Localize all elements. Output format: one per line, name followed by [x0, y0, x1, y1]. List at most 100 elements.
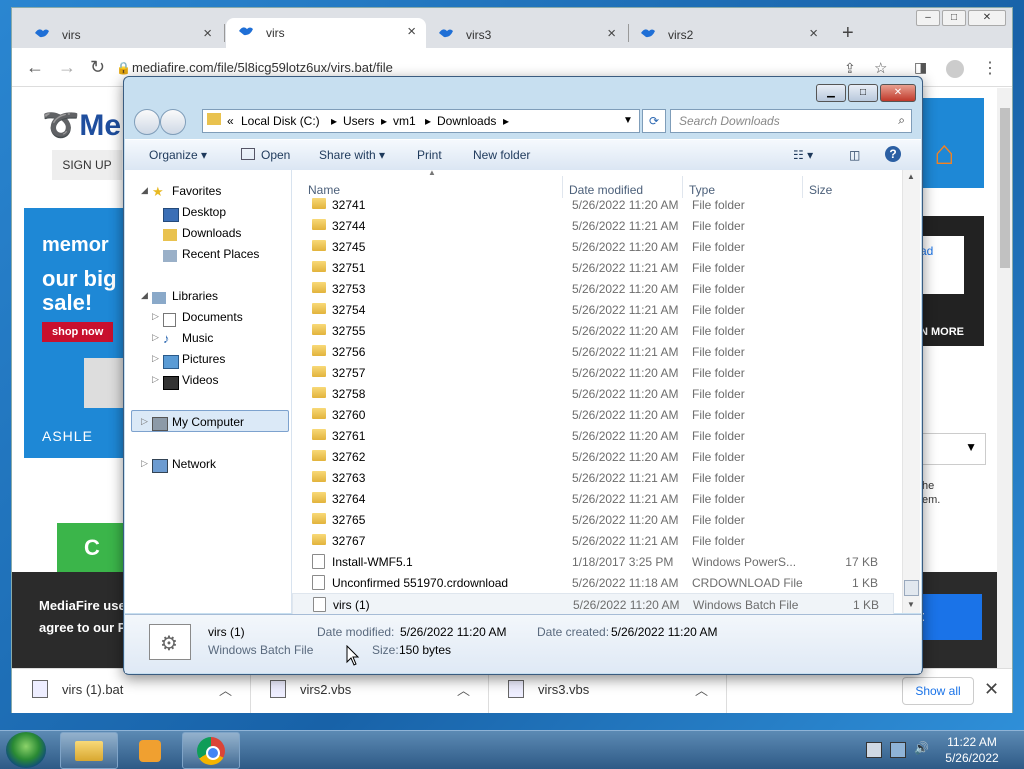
file-row[interactable]: 32741 5/26/2022 11:20 AM File folder: [292, 194, 892, 215]
chevron-right-icon[interactable]: ▷: [152, 311, 159, 322]
bookmark-star-icon[interactable]: ☆: [874, 59, 887, 77]
file-row[interactable]: Install-WMF5.1 1/18/2017 3:25 PM Windows P…: [292, 551, 892, 572]
share-with-button[interactable]: Share with ▾: [319, 148, 385, 162]
breadcrumb-local-disk[interactable]: Local Disk (C:): [241, 114, 320, 128]
tab-virs2[interactable]: virs2 ×: [628, 20, 828, 48]
nav-recent-places[interactable]: Recent Places: [182, 247, 259, 261]
file-row[interactable]: Unconfirmed 551970.crdownload 5/26/2022 1…: [292, 572, 892, 593]
close-window-icon[interactable]: ✕: [968, 10, 1006, 26]
side-panel-icon[interactable]: ◨: [914, 59, 927, 76]
maximize-icon[interactable]: □: [942, 10, 966, 26]
breadcrumb-vm1[interactable]: vm1: [393, 114, 416, 128]
search-input[interactable]: Search Downloads ⌕: [670, 109, 912, 133]
breadcrumb-downloads[interactable]: Downloads: [437, 114, 496, 128]
nav-downloads[interactable]: Downloads: [182, 226, 241, 240]
maximize-icon[interactable]: □: [848, 84, 878, 102]
file-row[interactable]: 32760 5/26/2022 11:20 AM File folder: [292, 404, 892, 425]
file-row[interactable]: 32755 5/26/2022 11:20 AM File folder: [292, 320, 892, 341]
download-button[interactable]: C: [57, 523, 127, 573]
file-row[interactable]: 32763 5/26/2022 11:21 AM File folder: [292, 467, 892, 488]
preview-pane-icon[interactable]: ◫: [849, 148, 860, 162]
nav-favorites[interactable]: Favorites: [172, 184, 221, 198]
start-button[interactable]: [6, 732, 46, 768]
download-item[interactable]: virs3.vbs ︿: [488, 669, 727, 713]
tab-virs-2[interactable]: virs ×: [226, 18, 426, 48]
file-row[interactable]: 32764 5/26/2022 11:21 AM File folder: [292, 488, 892, 509]
nav-desktop[interactable]: Desktop: [182, 205, 226, 219]
file-list-scroll-thumb[interactable]: [904, 580, 919, 596]
address-breadcrumb[interactable]: « Local Disk (C:) ▸ Users ▸ vm1 ▸ Downlo…: [202, 109, 640, 133]
file-row[interactable]: 32753 5/26/2022 11:20 AM File folder: [292, 278, 892, 299]
file-row[interactable]: 32745 5/26/2022 11:20 AM File folder: [292, 236, 892, 257]
nav-pictures[interactable]: Pictures: [182, 352, 225, 366]
taskbar-explorer[interactable]: [60, 732, 118, 769]
forward-icon[interactable]: [160, 109, 186, 135]
learn-more-button[interactable]: N MORE: [920, 326, 964, 338]
chevron-right-icon[interactable]: ▷: [152, 353, 159, 364]
chevron-up-icon[interactable]: ︿: [695, 680, 708, 699]
back-icon[interactable]: ←: [26, 57, 44, 78]
chevron-right-icon[interactable]: ▷: [152, 332, 159, 343]
close-window-icon[interactable]: ✕: [880, 84, 916, 102]
ad-shop-button[interactable]: shop now: [42, 322, 114, 342]
network-tray-icon[interactable]: [890, 742, 906, 758]
close-tab-icon[interactable]: ×: [809, 25, 818, 42]
close-tab-icon[interactable]: ×: [203, 25, 212, 42]
download-item[interactable]: virs (1).bat ︿: [12, 669, 251, 713]
organize-button[interactable]: Organize ▾: [149, 148, 207, 162]
close-tab-icon[interactable]: ×: [407, 23, 416, 40]
file-row[interactable]: 32762 5/26/2022 11:20 AM File folder: [292, 446, 892, 467]
nav-music[interactable]: Music: [182, 331, 213, 345]
nav-documents[interactable]: Documents: [182, 310, 243, 324]
share-icon[interactable]: ⇪: [844, 60, 856, 77]
minimize-icon[interactable]: ▁: [816, 84, 846, 102]
chevron-right-icon[interactable]: ▸: [425, 114, 431, 128]
page-scroll-thumb[interactable]: [1000, 108, 1010, 268]
breadcrumb-overflow[interactable]: «: [227, 114, 234, 128]
nav-my-computer[interactable]: My Computer: [172, 415, 244, 429]
expand-arrow-icon[interactable]: ◢: [141, 185, 148, 196]
scroll-down-icon[interactable]: ▼: [907, 600, 915, 609]
breadcrumb-users[interactable]: Users: [343, 114, 374, 128]
back-icon[interactable]: [134, 109, 160, 135]
volume-icon[interactable]: 🔊: [914, 741, 929, 755]
chevron-right-icon[interactable]: ▷: [141, 458, 148, 469]
file-row[interactable]: 32756 5/26/2022 11:21 AM File folder: [292, 341, 892, 362]
action-center-warning-icon[interactable]: [866, 742, 882, 758]
file-row[interactable]: 32761 5/26/2022 11:20 AM File folder: [292, 425, 892, 446]
file-row[interactable]: 32754 5/26/2022 11:21 AM File folder: [292, 299, 892, 320]
chevron-up-icon[interactable]: ︿: [219, 680, 232, 699]
minimize-icon[interactable]: –: [916, 10, 940, 26]
system-clock[interactable]: 11:22 AM 5/26/2022: [942, 734, 1002, 766]
file-row[interactable]: 32758 5/26/2022 11:20 AM File folder: [292, 383, 892, 404]
file-row[interactable]: virs (1) 5/26/2022 11:20 AM Windows Batch …: [292, 593, 894, 616]
close-tab-icon[interactable]: ×: [607, 25, 616, 42]
nav-libraries[interactable]: Libraries: [172, 289, 218, 303]
menu-kebab-icon[interactable]: ⋮: [982, 58, 998, 78]
new-folder-button[interactable]: New folder: [473, 148, 530, 162]
file-row[interactable]: 32757 5/26/2022 11:20 AM File folder: [292, 362, 892, 383]
download-item[interactable]: virs2.vbs ︿: [250, 669, 489, 713]
expand-arrow-icon[interactable]: ◢: [141, 290, 148, 301]
chevron-right-icon[interactable]: ▸: [381, 114, 387, 128]
taskbar-chrome[interactable]: [182, 732, 240, 769]
close-icon[interactable]: ✕: [984, 679, 999, 700]
view-options-icon[interactable]: ☷ ▾: [793, 148, 813, 162]
right-select[interactable]: ▼: [920, 433, 986, 465]
refresh-icon[interactable]: ⟳: [642, 109, 666, 133]
scroll-up-icon[interactable]: ▲: [907, 172, 915, 181]
file-row[interactable]: 32765 5/26/2022 11:20 AM File folder: [292, 509, 892, 530]
show-all-button[interactable]: Show all: [902, 677, 974, 705]
chevron-up-icon[interactable]: ︿: [457, 680, 470, 699]
chevron-down-icon[interactable]: ▼: [623, 115, 633, 126]
file-row[interactable]: 32751 5/26/2022 11:21 AM File folder: [292, 257, 892, 278]
chevron-right-icon[interactable]: ▸: [331, 114, 337, 128]
ad-banner[interactable]: memor our big sale! shop now ASHLE: [24, 208, 134, 458]
tab-virs-1[interactable]: virs ×: [22, 20, 222, 48]
help-icon[interactable]: ?: [885, 146, 901, 162]
file-row[interactable]: 32744 5/26/2022 11:21 AM File folder: [292, 215, 892, 236]
nav-videos[interactable]: Videos: [182, 373, 218, 387]
print-button[interactable]: Print: [417, 148, 442, 162]
chevron-right-icon[interactable]: ▷: [141, 416, 148, 427]
file-list-scrollbar[interactable]: ▲ ▼: [902, 170, 920, 613]
